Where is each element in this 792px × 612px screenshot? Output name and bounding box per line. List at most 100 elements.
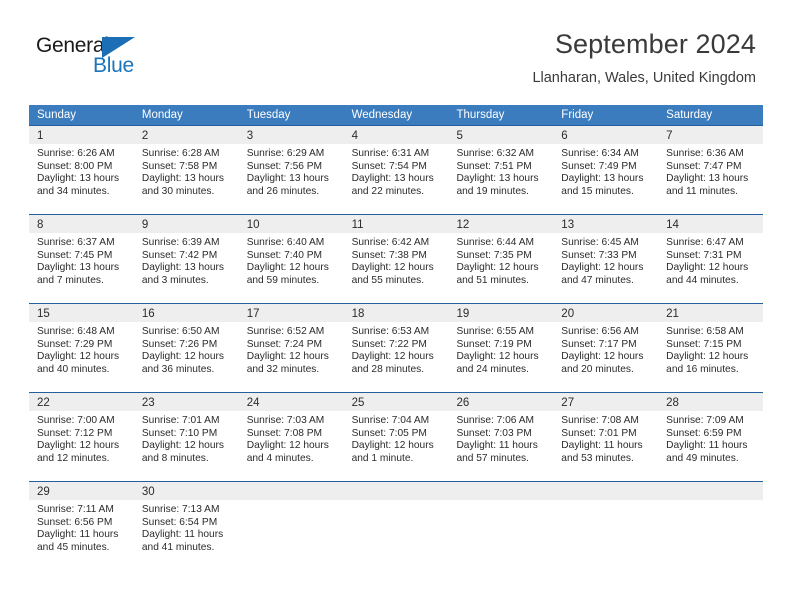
calendar-day-cell[interactable]: 6 Sunrise: 6:34 AM Sunset: 7:49 PM Daylight… — [553, 126, 659, 214]
calendar-day-cell[interactable]: 24 Sunrise: 7:03 AM Sunset: 7:08 PM Dayligh… — [238, 393, 344, 481]
daylight-text-line1: Daylight: 12 hours — [561, 351, 644, 363]
daylight-text-line2: and 30 minutes. — [141, 185, 215, 197]
daylight-text-line1: Daylight: 12 hours — [456, 262, 539, 274]
calendar-day-cell[interactable]: 1 Sunrise: 6:26 AM Sunset: 8:00 PM Daylight… — [29, 126, 134, 214]
calendar-day-cell[interactable]: 5 Sunrise: 6:32 AM Sunset: 7:51 PM Daylight… — [448, 126, 554, 214]
calendar-day-cell[interactable]: 15 Sunrise: 6:48 AM Sunset: 7:29 PM Dayligh… — [29, 304, 134, 392]
daylight-text-line2: and 16 minutes. — [666, 363, 739, 375]
sunset-text: Sunset: 6:56 PM — [37, 516, 113, 528]
day-sun-info: Sunrise: 6:34 AM Sunset: 7:49 PM Daylight:… — [553, 144, 658, 198]
daylight-text-line2: and 24 minutes. — [456, 363, 529, 375]
day-sun-info: Sunrise: 6:32 AM Sunset: 7:51 PM Daylight:… — [448, 144, 553, 198]
sunset-text: Sunset: 7:15 PM — [666, 338, 742, 350]
calendar-day-cell[interactable]: 11 Sunrise: 6:42 AM Sunset: 7:38 PM Dayligh… — [343, 215, 449, 303]
daylight-text-line1: Daylight: 13 hours — [456, 173, 539, 185]
daylight-text-line1: Daylight: 12 hours — [561, 262, 644, 274]
calendar-day-cell[interactable]: 7 Sunrise: 6:36 AM Sunset: 7:47 PM Daylight… — [658, 126, 764, 214]
sunset-text: Sunset: 7:12 PM — [37, 427, 113, 439]
sunset-text: Sunset: 7:22 PM — [351, 338, 427, 350]
day-number-band — [658, 482, 764, 500]
day-sun-info: Sunrise: 7:08 AM Sunset: 7:01 PM Daylight:… — [553, 411, 658, 465]
daylight-text-line1: Daylight: 12 hours — [351, 440, 434, 452]
calendar-day-cell[interactable]: 20 Sunrise: 6:56 AM Sunset: 7:17 PM Dayligh… — [553, 304, 659, 392]
sunset-text: Sunset: 7:08 PM — [246, 427, 323, 439]
daylight-text-line1: Daylight: 12 hours — [666, 262, 749, 274]
day-sun-info: Sunrise: 6:40 AM Sunset: 7:40 PM Daylight:… — [239, 233, 344, 287]
calendar-week-row: 15 Sunrise: 6:48 AM Sunset: 7:29 PM Dayligh… — [29, 303, 764, 392]
daylight-text-line2: and 26 minutes. — [246, 185, 320, 197]
daylight-text-line1: Daylight: 11 hours — [561, 440, 643, 452]
day-number: 21 — [666, 308, 679, 320]
calendar-day-cell[interactable]: 28 Sunrise: 7:09 AM Sunset: 6:59 PM Dayligh… — [658, 393, 764, 481]
sunset-text: Sunset: 7:45 PM — [37, 249, 113, 261]
day-number-band: 27 — [553, 393, 659, 411]
calendar-day-cell[interactable]: 10 Sunrise: 6:40 AM Sunset: 7:40 PM Dayligh… — [238, 215, 344, 303]
sunset-text: Sunset: 7:17 PM — [561, 338, 637, 350]
weekday-header-row: Sunday Monday Tuesday Wednesday Thursday Frid… — [29, 105, 764, 125]
weekday-header-monday: Monday — [133, 105, 239, 125]
day-sun-info: Sunrise: 6:55 AM Sunset: 7:19 PM Daylight:… — [448, 322, 553, 376]
daylight-text-line2: and 7 minutes. — [37, 274, 104, 286]
calendar-day-cell[interactable]: 23 Sunrise: 7:01 AM Sunset: 7:10 PM Dayligh… — [133, 393, 239, 481]
day-number: 13 — [561, 219, 575, 231]
sunrise-text: Sunrise: 6:37 AM — [37, 237, 115, 248]
daylight-text-line2: and 19 minutes. — [456, 185, 529, 197]
calendar-day-cell[interactable]: 12 Sunrise: 6:44 AM Sunset: 7:35 PM Dayligh… — [448, 215, 554, 303]
day-number-band: 8 — [29, 215, 134, 233]
day-sun-info: Sunrise: 6:50 AM Sunset: 7:26 PM Daylight:… — [134, 322, 239, 376]
calendar-day-cell[interactable]: 30 Sunrise: 7:13 AM Sunset: 6:54 PM Dayligh… — [133, 482, 239, 570]
sunset-text: Sunset: 7:26 PM — [141, 338, 218, 350]
calendar-day-cell[interactable]: 29 Sunrise: 7:11 AM Sunset: 6:56 PM Dayligh… — [29, 482, 134, 570]
daylight-text-line1: Daylight: 12 hours — [351, 262, 434, 274]
sunrise-text: Sunrise: 6:36 AM — [666, 148, 744, 159]
sunrise-text: Sunrise: 6:42 AM — [351, 237, 430, 248]
day-number: 7 — [666, 130, 673, 142]
daylight-text-line1: Daylight: 12 hours — [666, 351, 749, 363]
sunrise-text: Sunrise: 6:58 AM — [666, 326, 744, 337]
calendar-day-cell[interactable]: 17 Sunrise: 6:52 AM Sunset: 7:24 PM Dayligh… — [238, 304, 344, 392]
calendar-day-cell[interactable]: 27 Sunrise: 7:08 AM Sunset: 7:01 PM Dayligh… — [553, 393, 659, 481]
calendar-day-cell[interactable]: 2 Sunrise: 6:28 AM Sunset: 7:58 PM Daylight… — [133, 126, 239, 214]
sunrise-text: Sunrise: 7:11 AM — [37, 504, 114, 515]
sunrise-text: Sunrise: 7:06 AM — [456, 415, 535, 426]
day-number-band: 1 — [29, 126, 134, 144]
day-sun-info: Sunrise: 7:04 AM Sunset: 7:05 PM Daylight:… — [344, 411, 449, 465]
calendar-day-cell[interactable]: 21 Sunrise: 6:58 AM Sunset: 7:15 PM Dayligh… — [658, 304, 764, 392]
day-number-band: 17 — [238, 304, 344, 322]
calendar-day-cell[interactable]: 19 Sunrise: 6:55 AM Sunset: 7:19 PM Dayligh… — [448, 304, 554, 392]
calendar-day-cell[interactable]: 13 Sunrise: 6:45 AM Sunset: 7:33 PM Dayligh… — [553, 215, 659, 303]
day-number: 20 — [561, 308, 575, 320]
calendar-day-cell[interactable]: 22 Sunrise: 7:00 AM Sunset: 7:12 PM Dayligh… — [29, 393, 134, 481]
calendar-day-cell[interactable]: 8 Sunrise: 6:37 AM Sunset: 7:45 PM Daylight… — [29, 215, 134, 303]
calendar-day-cell[interactable]: 26 Sunrise: 7:06 AM Sunset: 7:03 PM Dayligh… — [448, 393, 554, 481]
calendar-day-cell[interactable]: 3 Sunrise: 6:29 AM Sunset: 7:56 PM Daylight… — [238, 126, 344, 214]
sunset-text: Sunset: 7:49 PM — [561, 160, 637, 172]
day-number-band: 29 — [29, 482, 134, 500]
daylight-text-line2: and 4 minutes. — [246, 452, 314, 464]
calendar-day-cell-empty — [553, 482, 659, 570]
day-number: 19 — [456, 308, 470, 320]
sunset-text: Sunset: 7:56 PM — [246, 160, 323, 172]
daylight-text-line1: Daylight: 13 hours — [246, 173, 329, 185]
daylight-text-line2: and 1 minute. — [351, 452, 414, 464]
calendar-day-cell[interactable]: 4 Sunrise: 6:31 AM Sunset: 7:54 PM Daylight… — [343, 126, 449, 214]
calendar-day-cell[interactable]: 16 Sunrise: 6:50 AM Sunset: 7:26 PM Dayligh… — [133, 304, 239, 392]
daylight-text-line2: and 11 minutes. — [666, 185, 738, 197]
sunset-text: Sunset: 7:24 PM — [246, 338, 323, 350]
sunrise-text: Sunrise: 6:26 AM — [37, 148, 115, 159]
calendar-day-cell[interactable]: 25 Sunrise: 7:04 AM Sunset: 7:05 PM Dayligh… — [343, 393, 449, 481]
sunset-text: Sunset: 7:40 PM — [246, 249, 323, 261]
day-number: 5 — [456, 130, 463, 142]
day-number: 6 — [561, 130, 568, 142]
calendar-day-cell[interactable]: 14 Sunrise: 6:47 AM Sunset: 7:31 PM Dayligh… — [658, 215, 764, 303]
day-number: 15 — [37, 308, 50, 320]
calendar-day-cell-empty — [448, 482, 554, 570]
day-sun-info: Sunrise: 6:31 AM Sunset: 7:54 PM Daylight:… — [344, 144, 449, 198]
calendar-day-cell[interactable]: 9 Sunrise: 6:39 AM Sunset: 7:42 PM Daylight… — [133, 215, 239, 303]
page-subtitle: Llanharan, Wales, United Kingdom — [532, 70, 756, 86]
sunset-text: Sunset: 7:10 PM — [141, 427, 218, 439]
logo-text-blue: Blue — [93, 54, 134, 77]
calendar-day-cell[interactable]: 18 Sunrise: 6:53 AM Sunset: 7:22 PM Dayligh… — [343, 304, 449, 392]
daylight-text-line1: Daylight: 12 hours — [37, 351, 120, 363]
day-sun-info: Sunrise: 6:44 AM Sunset: 7:35 PM Daylight:… — [448, 233, 553, 287]
